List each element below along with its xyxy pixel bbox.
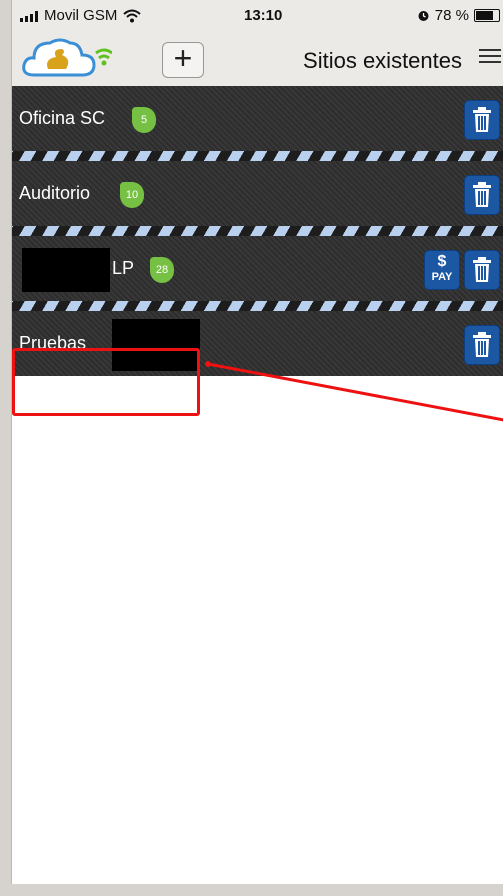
phone-screen: Movil GSM 13:10 78 % + Sitios existentes…	[11, 0, 503, 884]
annotation-arrow	[205, 361, 503, 422]
